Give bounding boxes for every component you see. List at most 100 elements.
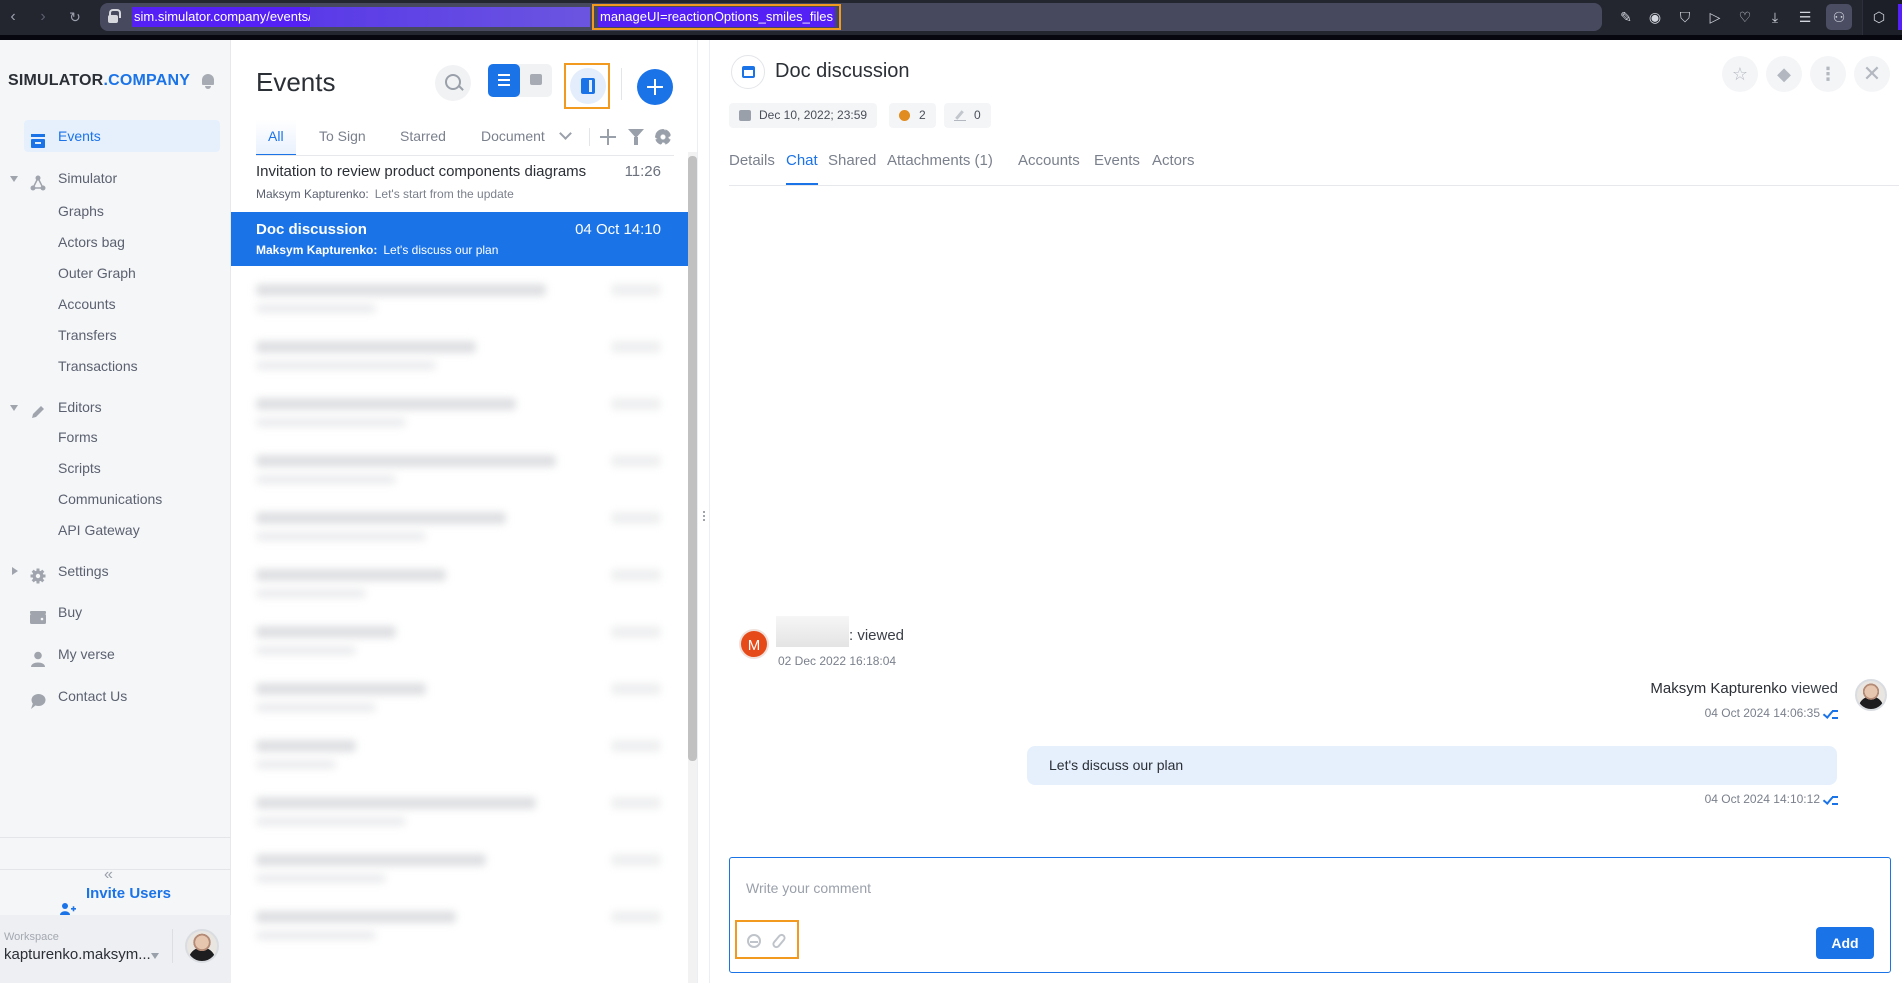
- simulator-icon: [30, 170, 46, 191]
- split-panel-button[interactable]: [570, 68, 606, 104]
- event-row-blurred[interactable]: [231, 500, 688, 556]
- event-row-blurred[interactable]: [231, 728, 688, 784]
- expand-caret-icon[interactable]: [12, 567, 18, 575]
- sidebar-item-api-gateway[interactable]: API Gateway: [58, 520, 140, 540]
- calendar-check-icon: [731, 55, 765, 89]
- settings-icon[interactable]: [655, 129, 671, 145]
- heart-icon[interactable]: ♡: [1735, 7, 1755, 27]
- sidebar-item-events[interactable]: Events: [24, 120, 220, 152]
- more-options-button[interactable]: ⋮: [1810, 56, 1846, 92]
- sidebar-item-communications[interactable]: Communications: [58, 489, 162, 509]
- back-icon[interactable]: ‹: [2, 6, 24, 28]
- event-row-blurred[interactable]: [231, 272, 688, 328]
- event-row[interactable]: Invitation to review product components …: [231, 154, 688, 212]
- add-tab-icon[interactable]: [600, 129, 616, 145]
- user-avatar[interactable]: [185, 929, 219, 963]
- bell-icon[interactable]: [200, 72, 216, 90]
- panel-resize-handle[interactable]: [697, 40, 710, 983]
- sidebar-item-transfers[interactable]: Transfers: [58, 325, 117, 345]
- event-row-blurred[interactable]: [231, 842, 688, 898]
- tab-details[interactable]: Details: [729, 152, 775, 176]
- tab-document[interactable]: Document: [481, 120, 545, 156]
- coins-chip: 2: [889, 103, 936, 128]
- event-row-blurred[interactable]: [231, 671, 688, 727]
- sidebar-item-accounts[interactable]: Accounts: [58, 294, 116, 314]
- add-comment-button[interactable]: Add: [1816, 927, 1874, 959]
- tab-events[interactable]: Events: [1094, 152, 1140, 176]
- menu-icon[interactable]: ☰: [1795, 7, 1815, 27]
- event-row-blurred[interactable]: [231, 557, 688, 613]
- sidebar-item-forms[interactable]: Forms: [58, 427, 98, 447]
- tab-attachments[interactable]: Attachments (1): [887, 152, 993, 176]
- event-row-blurred[interactable]: [231, 443, 688, 499]
- tab-to-sign[interactable]: To Sign: [319, 120, 366, 156]
- list-view-button[interactable]: [488, 64, 520, 97]
- event-row-blurred[interactable]: [231, 785, 688, 841]
- layers-button[interactable]: ◆: [1766, 56, 1802, 92]
- filter-icon[interactable]: [628, 129, 644, 145]
- tab-shared[interactable]: Shared: [828, 152, 876, 176]
- logo[interactable]: SIMULATOR.COMPANY: [8, 72, 190, 90]
- extension-icon[interactable]: ⬡: [1869, 7, 1889, 27]
- forward-icon[interactable]: ›: [32, 6, 54, 28]
- scrollbar-thumb[interactable]: [688, 156, 697, 761]
- chat-bubble-icon: [30, 688, 46, 709]
- activity-author: Maksym Kapturenko: [1650, 680, 1788, 697]
- calendar-view-button[interactable]: [530, 74, 542, 85]
- sidebar-item-editors[interactable]: Editors: [24, 391, 220, 423]
- edit-icon[interactable]: ✎: [1616, 7, 1636, 27]
- close-button[interactable]: ✕: [1854, 56, 1890, 92]
- attachment-icon[interactable]: [770, 932, 788, 950]
- due-date-chip: Dec 10, 2022; 23:59: [729, 103, 878, 128]
- tab-actors[interactable]: Actors: [1152, 152, 1195, 176]
- sidebar-item-my-verse[interactable]: My verse: [24, 638, 220, 670]
- sidebar-item-settings[interactable]: Settings: [24, 555, 220, 587]
- send-icon[interactable]: ▷: [1705, 7, 1725, 27]
- user-avatar[interactable]: [1855, 679, 1887, 711]
- tab-chat[interactable]: Chat: [786, 152, 818, 185]
- event-title: Invitation to review product components …: [256, 163, 587, 180]
- sidebar-item-graphs[interactable]: Graphs: [58, 201, 104, 221]
- expand-caret-icon[interactable]: [10, 405, 18, 411]
- expand-caret-icon[interactable]: [10, 176, 18, 182]
- sidebar-item-buy[interactable]: Buy: [24, 596, 220, 628]
- user-avatar[interactable]: M: [739, 629, 769, 659]
- chevron-down-icon[interactable]: [559, 127, 572, 140]
- event-row-blurred[interactable]: [231, 899, 688, 955]
- star-button[interactable]: ☆: [1722, 56, 1758, 92]
- shield-icon[interactable]: ⛉: [1675, 7, 1695, 27]
- camera-icon[interactable]: ◉: [1645, 7, 1665, 27]
- address-bar[interactable]: sim.simulator.company/events/ manageUI=r…: [100, 3, 1602, 31]
- profile-icon[interactable]: ⚇: [1826, 4, 1852, 30]
- search-button[interactable]: [435, 65, 471, 101]
- sidebar-item-contact-us[interactable]: Contact Us: [24, 680, 220, 712]
- event-author: Maksym Kapturenko:: [256, 187, 369, 201]
- event-row-selected[interactable]: Doc discussion 04 Oct 14:10 Maksym Kaptu…: [231, 212, 688, 266]
- chat-message[interactable]: Let's discuss our plan: [1027, 746, 1837, 785]
- sidebar-item-outer-graph[interactable]: Outer Graph: [58, 263, 136, 283]
- invite-users-button[interactable]: Invite Users: [0, 871, 231, 917]
- sidebar-item-simulator[interactable]: Simulator: [24, 162, 220, 194]
- sidebar-item-transactions[interactable]: Transactions: [58, 356, 138, 376]
- tab-accounts[interactable]: Accounts: [1018, 152, 1080, 176]
- event-row-blurred[interactable]: [231, 386, 688, 442]
- workspace-selector[interactable]: Workspace kapturenko.maksym...: [0, 915, 231, 983]
- reload-icon[interactable]: ↻: [64, 6, 86, 28]
- smile-icon[interactable]: [747, 934, 761, 948]
- invite-users-label: Invite Users: [85, 885, 172, 902]
- tab-all[interactable]: All: [256, 120, 296, 156]
- event-row-blurred[interactable]: [231, 329, 688, 385]
- coin-icon: [899, 110, 910, 121]
- scrollbar[interactable]: [688, 152, 697, 983]
- comment-input[interactable]: [730, 858, 1890, 918]
- sidebar-item-scripts[interactable]: Scripts: [58, 458, 101, 478]
- add-event-button[interactable]: [637, 69, 673, 105]
- tab-starred[interactable]: Starred: [400, 120, 446, 156]
- activity-time: 04 Oct 2024 14:06:35: [1705, 706, 1838, 720]
- event-row-blurred[interactable]: [231, 614, 688, 670]
- download-icon[interactable]: ⤓: [1765, 7, 1785, 27]
- extension-area: ⬡: [1862, 0, 1902, 35]
- sidebar-item-actors-bag[interactable]: Actors bag: [58, 232, 125, 252]
- highlight-frame: [564, 63, 610, 109]
- chevron-down-icon[interactable]: [151, 953, 159, 959]
